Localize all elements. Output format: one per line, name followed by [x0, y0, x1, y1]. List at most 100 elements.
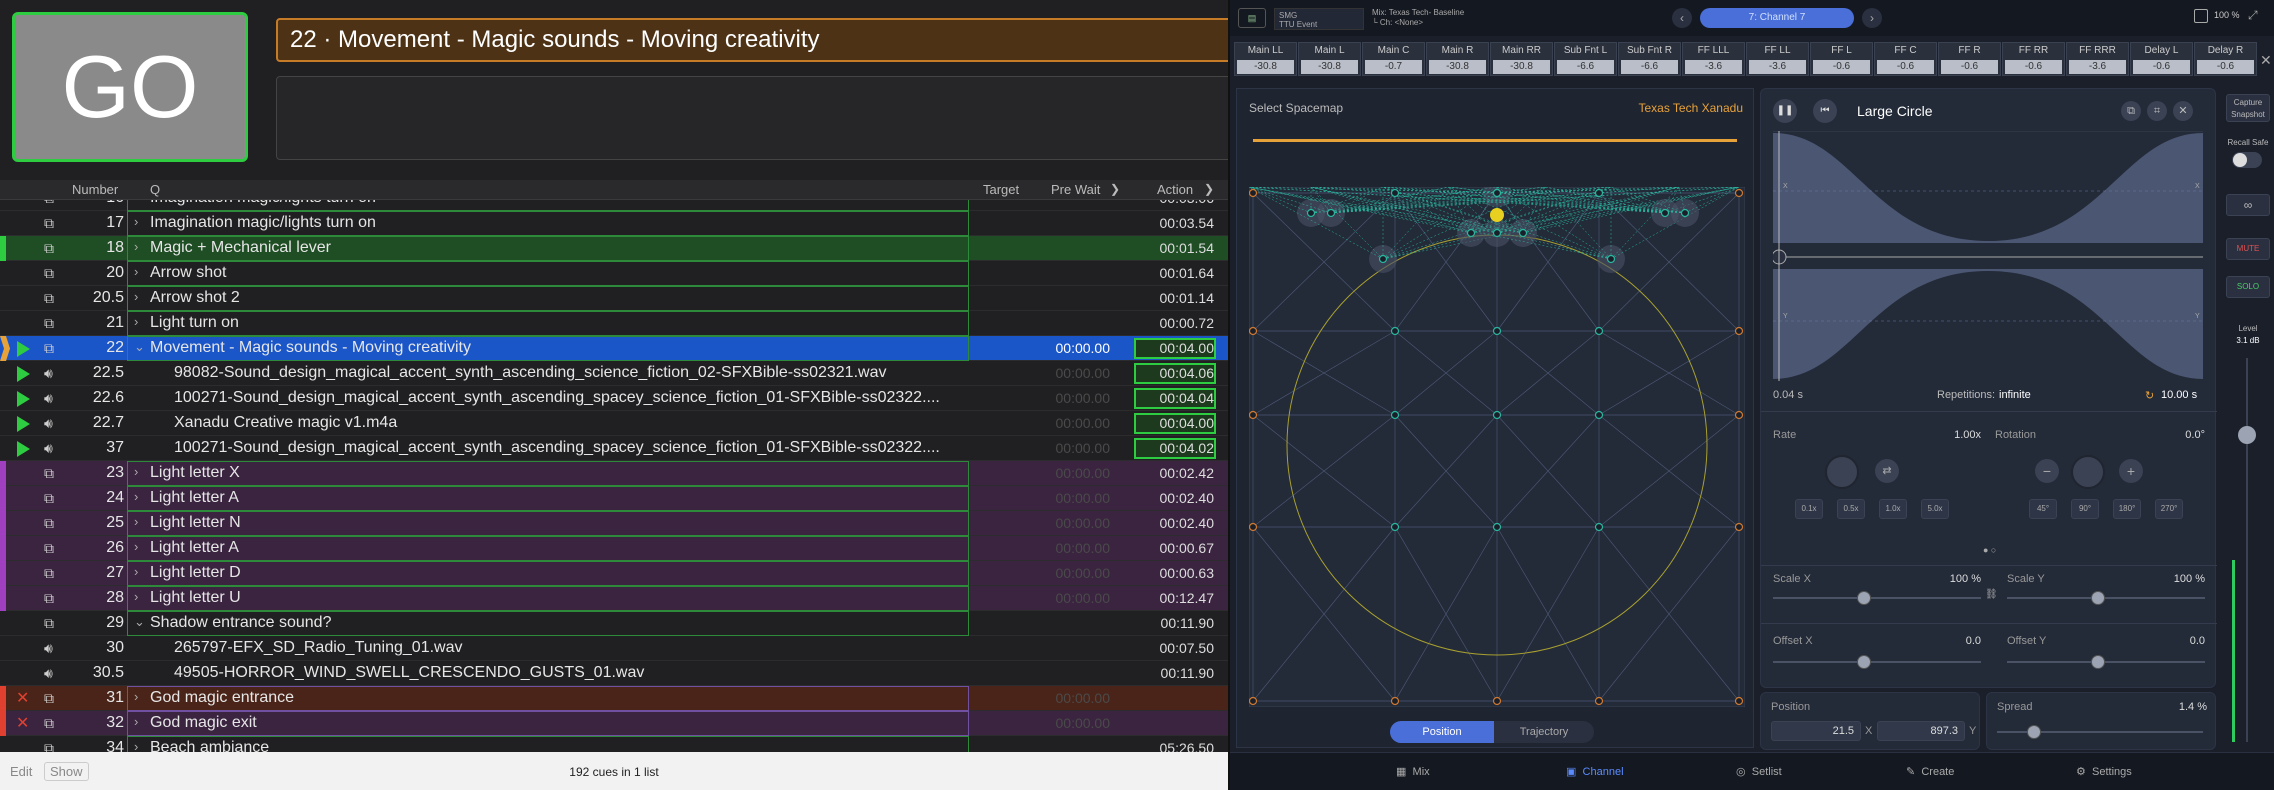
cue-prewait[interactable]: 00:00.00	[1030, 365, 1111, 381]
action-column-header[interactable]: Action	[1157, 182, 1193, 197]
pause-icon[interactable]: ❚❚	[1773, 99, 1797, 123]
cue-action-time[interactable]: 00:04.00	[1134, 340, 1215, 356]
cue-name[interactable]: Arrow shot	[150, 264, 962, 282]
cue-number[interactable]: 32	[64, 714, 124, 732]
cue-number[interactable]: 16	[64, 200, 124, 207]
output-meter[interactable]: FF LL -3.6	[1746, 42, 1809, 76]
cue-action-time[interactable]: 00:01.14	[1134, 290, 1215, 306]
page-dots[interactable]: ● ○	[1983, 545, 1996, 555]
cue-action-time[interactable]: 00:04.02	[1134, 440, 1215, 456]
cue-row[interactable]: ⧉ 34 › Beach ambiance 05:26.50	[0, 736, 1228, 752]
position-y-field[interactable]: 897.3	[1877, 721, 1965, 741]
link-icon[interactable]: ⛓	[1985, 589, 1998, 600]
position-x-field[interactable]: 21.5	[1771, 721, 1861, 741]
cue-number[interactable]: 18	[64, 239, 124, 257]
cue-row[interactable]: ⧉ 26 › Light letter A 00:00.00 00:00.67	[0, 536, 1228, 561]
cue-name[interactable]: Light letter U	[150, 589, 962, 607]
cue-action-time[interactable]: 00:03.54	[1134, 215, 1215, 231]
rotation-preset-button[interactable]: 90°	[2071, 499, 2099, 519]
cue-number[interactable]: 17	[64, 214, 124, 232]
cue-name[interactable]: Xanadu Creative magic v1.m4a	[174, 414, 964, 432]
chevron-right-icon[interactable]: ›	[134, 589, 138, 604]
swap-icon[interactable]: ⇄	[1875, 459, 1899, 483]
spacemap-selector[interactable]: Texas Tech Xanadu	[1638, 101, 1743, 115]
rotation-value[interactable]: 0.0°	[2141, 429, 2205, 441]
output-meter[interactable]: FF RR -0.6	[2002, 42, 2065, 76]
cue-name[interactable]: Movement - Magic sounds - Moving creativ…	[150, 339, 962, 357]
offset-y-thumb[interactable]	[2091, 655, 2105, 669]
chevron-right-icon[interactable]: ›	[134, 514, 138, 529]
tab-mix[interactable]: ▦ Mix	[1396, 765, 1430, 778]
cue-action-time[interactable]: 00:01.64	[1134, 265, 1215, 281]
level-fader-thumb[interactable]	[2238, 426, 2256, 444]
chevron-right-icon[interactable]: ›	[134, 539, 138, 554]
fullscreen-icon[interactable]: ⤢	[2248, 8, 2258, 23]
cue-action-time[interactable]: 00:03.06	[1134, 200, 1215, 206]
cue-number[interactable]: 27	[64, 564, 124, 582]
cue-name[interactable]: God magic entrance	[150, 689, 962, 707]
cue-name[interactable]: 98082-Sound_design_magical_accent_synth_…	[174, 364, 964, 382]
output-meter[interactable]: FF LLL -3.6	[1682, 42, 1745, 76]
cue-prewait[interactable]: 00:00.00	[1030, 515, 1111, 531]
show-selector[interactable]: SMG TTU Event	[1274, 8, 1364, 30]
chevron-right-icon[interactable]: ›	[134, 214, 138, 229]
cue-row[interactable]: ⧉ 25 › Light letter N 00:00.00 00:02.40	[0, 511, 1228, 536]
chevron-right-icon[interactable]: ›	[134, 489, 138, 504]
cue-action-time[interactable]: 00:00.67	[1134, 540, 1215, 556]
cue-action-time[interactable]: 00:01.54	[1134, 240, 1215, 256]
level-fader-track[interactable]	[2246, 358, 2248, 742]
scale-y-thumb[interactable]	[2091, 591, 2105, 605]
prewait-column-header[interactable]: Pre Wait	[1051, 182, 1100, 197]
cue-prewait[interactable]: 00:00.00	[1030, 590, 1111, 606]
cue-name[interactable]: 100271-Sound_design_magical_accent_synth…	[174, 439, 964, 457]
link-icon[interactable]: ∞	[2226, 194, 2270, 216]
cue-number[interactable]: 22.6	[64, 389, 124, 407]
chevron-right-icon[interactable]: ›	[134, 200, 138, 204]
chevron-right-icon[interactable]: ❯	[1110, 182, 1120, 196]
cue-action-time[interactable]: 00:11.90	[1134, 665, 1214, 681]
chevron-down-icon[interactable]: ⌄	[134, 614, 145, 630]
tab-channel[interactable]: ▣ Channel	[1566, 765, 1624, 778]
chevron-right-icon[interactable]: ›	[134, 239, 138, 254]
cue-row[interactable]: 🔊︎ 22.6 100271-Sound_design_magical_accent…	[0, 386, 1228, 411]
tab-setlist[interactable]: ◎ Setlist	[1736, 765, 1782, 778]
cue-row[interactable]: ✕ ⧉ 32 › God magic exit 00:00.00	[0, 711, 1228, 736]
target-column-header[interactable]: Target	[983, 182, 1019, 197]
cue-name[interactable]: God magic exit	[150, 714, 962, 732]
cue-name[interactable]: Imagination magic/lights turn on	[150, 214, 962, 232]
chevron-right-icon[interactable]: ›	[134, 564, 138, 579]
output-meter[interactable]: FF C -0.6	[1874, 42, 1937, 76]
cue-row[interactable]: ⧉ 18 › Magic + Mechanical lever 00:01.54	[0, 236, 1228, 261]
scale-x-thumb[interactable]	[1857, 591, 1871, 605]
cue-action-time[interactable]: 00:04.06	[1134, 365, 1215, 381]
cue-number[interactable]: 34	[64, 739, 124, 752]
cue-notes-field[interactable]	[276, 76, 1236, 160]
cue-action-time[interactable]: 00:02.40	[1134, 490, 1215, 506]
cue-name[interactable]: 49505-HORROR_WIND_SWELL_CRESCENDO_GUSTS_…	[174, 664, 964, 682]
rate-knob[interactable]	[1825, 455, 1859, 489]
cue-action-time[interactable]: 00:07.50	[1134, 640, 1215, 656]
offset-y-slider[interactable]	[2007, 661, 2205, 663]
chevron-right-icon[interactable]: ›	[134, 264, 138, 279]
q-column-header[interactable]: Q	[150, 182, 160, 197]
cue-row[interactable]: ⧉ 20.5 › Arrow shot 2 00:01.14	[0, 286, 1228, 311]
cue-number[interactable]: 28	[64, 589, 124, 607]
solo-button[interactable]: SOLO	[2226, 276, 2270, 298]
crop-icon[interactable]: ⌗	[2147, 101, 2167, 121]
cue-number[interactable]: 30.5	[64, 664, 124, 682]
offset-x-thumb[interactable]	[1857, 655, 1871, 669]
cue-list[interactable]: ⧉ 16 › Imagination magic/lights turn on 00:0…	[0, 200, 1228, 752]
cue-number[interactable]: 22.5	[64, 364, 124, 382]
offset-y-value[interactable]: 0.0	[2141, 635, 2205, 647]
cue-row[interactable]: ✕ ⧉ 31 › God magic entrance 00:00.00	[0, 686, 1228, 711]
chevron-right-icon[interactable]: ›	[134, 714, 138, 729]
offset-x-value[interactable]: 0.0	[1921, 635, 1981, 647]
output-meter[interactable]: Main RR -30.8	[1490, 42, 1553, 76]
rate-preset-button[interactable]: 0.1x	[1795, 499, 1823, 519]
loop-icon[interactable]: ↻	[2145, 389, 2154, 402]
cue-action-time[interactable]: 00:11.90	[1134, 615, 1214, 631]
close-icon[interactable]: ✕	[2260, 52, 2272, 69]
cue-action-time[interactable]: 00:00.63	[1134, 565, 1215, 581]
tab-settings[interactable]: ⚙ Settings	[2076, 765, 2132, 778]
cue-name[interactable]: Arrow shot 2	[150, 289, 962, 307]
